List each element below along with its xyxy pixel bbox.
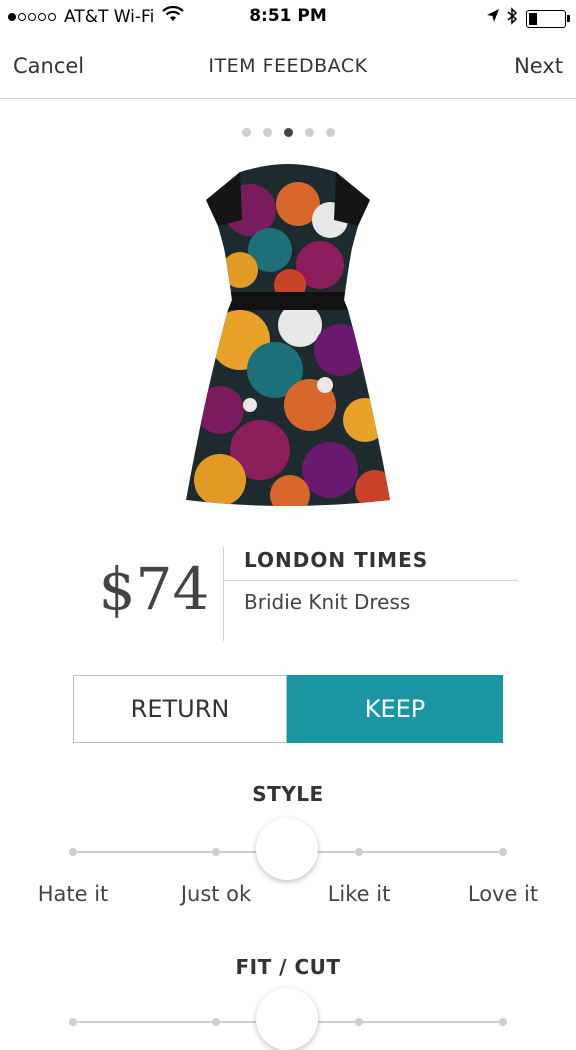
page-dot[interactable] [304, 128, 314, 137]
fit-slider-tick [212, 1018, 220, 1026]
style-slider-tick [355, 848, 363, 856]
style-option-label[interactable]: Just ok [156, 882, 276, 906]
status-right [486, 7, 570, 30]
page-dot[interactable] [283, 128, 293, 137]
page-dot[interactable] [325, 128, 335, 137]
location-arrow-icon [486, 8, 500, 29]
floral-dress-image [180, 160, 396, 516]
style-option-label[interactable]: Love it [443, 882, 563, 906]
keep-button[interactable]: KEEP [287, 675, 503, 743]
style-option-label[interactable]: Hate it [13, 882, 133, 906]
page-dot[interactable] [262, 128, 272, 137]
price: $74 [98, 555, 210, 623]
fit-slider-tick [499, 1018, 507, 1026]
navigation-bar: Cancel ITEM FEEDBACK Next [0, 34, 576, 99]
return-button[interactable]: RETURN [73, 675, 287, 743]
style-slider-tick [212, 848, 220, 856]
style-section-title: STYLE [252, 782, 324, 806]
style-slider-tick [499, 848, 507, 856]
page-dot[interactable] [241, 128, 251, 137]
fit-section-title: FIT / CUT [235, 955, 341, 979]
fit-slider-thumb[interactable] [256, 988, 318, 1050]
page-title: ITEM FEEDBACK [208, 55, 368, 77]
battery-icon [526, 9, 570, 28]
divider [224, 580, 518, 581]
battery-level [529, 12, 538, 25]
style-option-label[interactable]: Like it [299, 882, 419, 906]
bluetooth-icon [506, 7, 518, 30]
style-slider-thumb[interactable] [256, 818, 318, 880]
battery-cap [567, 14, 570, 22]
item-name: Bridie Knit Dress [244, 590, 411, 614]
divider [223, 547, 224, 641]
fit-slider-tick [355, 1018, 363, 1026]
next-button[interactable]: Next [514, 54, 563, 78]
brand-name: LONDON TIMES [244, 548, 429, 572]
status-bar: AT&T Wi-Fi 8:51 PM [0, 0, 576, 34]
fit-slider-tick [69, 1018, 77, 1026]
page-indicator [0, 128, 576, 137]
style-slider-tick [69, 848, 77, 856]
